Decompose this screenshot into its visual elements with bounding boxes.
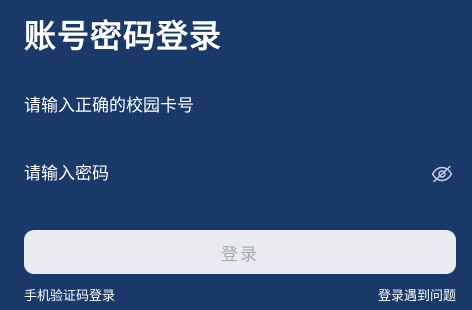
- login-help-link[interactable]: 登录遇到问题: [378, 288, 456, 306]
- sms-login-link[interactable]: 手机验证码登录: [24, 288, 115, 306]
- student-id-field: [24, 86, 456, 126]
- login-button[interactable]: 登录: [24, 230, 456, 274]
- page-title: 账号密码登录: [24, 17, 223, 55]
- password-field: [24, 154, 456, 194]
- eye-off-icon[interactable]: [430, 163, 454, 185]
- student-id-input[interactable]: [24, 86, 456, 126]
- login-screen: 账号密码登录 登录 手机验证码登录 登录遇到问题: [0, 0, 472, 310]
- password-input[interactable]: [24, 154, 456, 194]
